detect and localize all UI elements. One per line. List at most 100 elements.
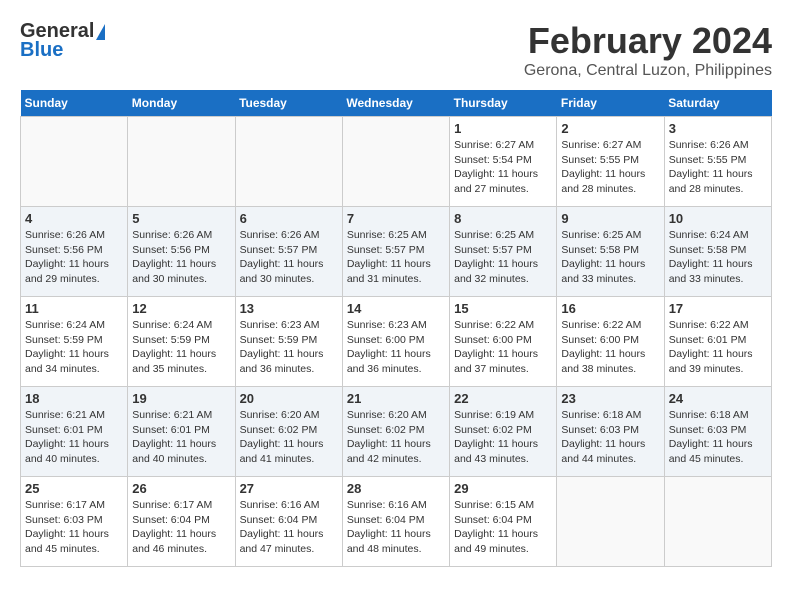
calendar-cell: 24 Sunrise: 6:18 AM Sunset: 6:03 PM Dayli…	[664, 387, 771, 477]
location: Gerona, Central Luzon, Philippines	[524, 62, 772, 80]
day-number: 3	[669, 121, 767, 136]
cell-info: Sunrise: 6:26 AM Sunset: 5:57 PM Dayligh…	[240, 228, 338, 287]
day-number: 2	[561, 121, 659, 136]
calendar-cell	[664, 477, 771, 567]
calendar-cell: 10 Sunrise: 6:24 AM Sunset: 5:58 PM Dayli…	[664, 207, 771, 297]
weekday-header: Wednesday	[342, 90, 449, 117]
day-number: 5	[132, 211, 230, 226]
weekday-header: Thursday	[450, 90, 557, 117]
day-number: 21	[347, 391, 445, 406]
calendar-cell: 28Sunrise: 6:16 AM Sunset: 6:04 PM Dayli…	[342, 477, 449, 567]
calendar-cell: 16Sunrise: 6:22 AM Sunset: 6:00 PM Dayli…	[557, 297, 664, 387]
cell-info: Sunrise: 6:17 AM Sunset: 6:04 PM Dayligh…	[132, 498, 230, 557]
cell-info: Sunrise: 6:23 AM Sunset: 5:59 PM Dayligh…	[240, 318, 338, 377]
calendar-cell	[21, 117, 128, 207]
calendar-cell: 7 Sunrise: 6:25 AM Sunset: 5:57 PM Daylig…	[342, 207, 449, 297]
weekday-header: Monday	[128, 90, 235, 117]
day-number: 7	[347, 211, 445, 226]
calendar-cell: 23 Sunrise: 6:18 AM Sunset: 6:03 PM Dayli…	[557, 387, 664, 477]
calendar-cell: 4 Sunrise: 6:26 AM Sunset: 5:56 PM Daylig…	[21, 207, 128, 297]
cell-info: Sunrise: 6:16 AM Sunset: 6:04 PM Dayligh…	[240, 498, 338, 557]
day-number: 20	[240, 391, 338, 406]
logo: General Blue	[20, 20, 105, 62]
calendar-cell: 3 Sunrise: 6:26 AM Sunset: 5:55 PM Daylig…	[664, 117, 771, 207]
calendar-cell: 6 Sunrise: 6:26 AM Sunset: 5:57 PM Daylig…	[235, 207, 342, 297]
cell-info: Sunrise: 6:20 AM Sunset: 6:02 PM Dayligh…	[347, 408, 445, 467]
day-number: 8	[454, 211, 552, 226]
day-number: 28	[347, 481, 445, 496]
day-number: 26	[132, 481, 230, 496]
calendar-cell: 8 Sunrise: 6:25 AM Sunset: 5:57 PM Daylig…	[450, 207, 557, 297]
cell-info: Sunrise: 6:26 AM Sunset: 5:56 PM Dayligh…	[132, 228, 230, 287]
calendar-cell: 12 Sunrise: 6:24 AM Sunset: 5:59 PM Dayli…	[128, 297, 235, 387]
calendar-cell	[235, 117, 342, 207]
calendar-cell: 21 Sunrise: 6:20 AM Sunset: 6:02 PM Dayli…	[342, 387, 449, 477]
calendar-cell: 26 Sunrise: 6:17 AM Sunset: 6:04 PM Dayli…	[128, 477, 235, 567]
calendar-cell	[342, 117, 449, 207]
calendar-cell: 14Sunrise: 6:23 AM Sunset: 6:00 PM Dayli…	[342, 297, 449, 387]
cell-info: Sunrise: 6:27 AM Sunset: 5:55 PM Dayligh…	[561, 138, 659, 197]
cell-info: Sunrise: 6:19 AM Sunset: 6:02 PM Dayligh…	[454, 408, 552, 467]
calendar-cell: 15 Sunrise: 6:22 AM Sunset: 6:00 PM Dayli…	[450, 297, 557, 387]
calendar-cell: 2 Sunrise: 6:27 AM Sunset: 5:55 PM Daylig…	[557, 117, 664, 207]
weekday-header: Saturday	[664, 90, 771, 117]
day-number: 17	[669, 301, 767, 316]
calendar-cell	[557, 477, 664, 567]
logo-triangle-icon	[96, 24, 105, 40]
calendar-cell: 25Sunrise: 6:17 AM Sunset: 6:03 PM Dayli…	[21, 477, 128, 567]
day-number: 6	[240, 211, 338, 226]
cell-info: Sunrise: 6:24 AM Sunset: 5:59 PM Dayligh…	[25, 318, 123, 377]
day-number: 14	[347, 301, 445, 316]
calendar-cell: 27 Sunrise: 6:16 AM Sunset: 6:04 PM Dayli…	[235, 477, 342, 567]
cell-info: Sunrise: 6:25 AM Sunset: 5:57 PM Dayligh…	[454, 228, 552, 287]
calendar-cell: 1 Sunrise: 6:27 AM Sunset: 5:54 PM Daylig…	[450, 117, 557, 207]
day-number: 29	[454, 481, 552, 496]
calendar-cell: 17 Sunrise: 6:22 AM Sunset: 6:01 PM Dayli…	[664, 297, 771, 387]
header: General Blue February 2024 Gerona, Centr…	[20, 20, 772, 80]
cell-info: Sunrise: 6:21 AM Sunset: 6:01 PM Dayligh…	[132, 408, 230, 467]
day-number: 23	[561, 391, 659, 406]
calendar-cell: 19 Sunrise: 6:21 AM Sunset: 6:01 PM Dayli…	[128, 387, 235, 477]
cell-info: Sunrise: 6:18 AM Sunset: 6:03 PM Dayligh…	[561, 408, 659, 467]
calendar-header: SundayMondayTuesdayWednesdayThursdayFrid…	[21, 90, 772, 117]
day-number: 22	[454, 391, 552, 406]
logo-blue-text: Blue	[20, 39, 63, 62]
weekday-header: Sunday	[21, 90, 128, 117]
cell-info: Sunrise: 6:22 AM Sunset: 6:00 PM Dayligh…	[561, 318, 659, 377]
calendar-table: SundayMondayTuesdayWednesdayThursdayFrid…	[20, 90, 772, 567]
day-number: 12	[132, 301, 230, 316]
day-number: 10	[669, 211, 767, 226]
day-number: 9	[561, 211, 659, 226]
calendar-cell: 29 Sunrise: 6:15 AM Sunset: 6:04 PM Dayli…	[450, 477, 557, 567]
cell-info: Sunrise: 6:25 AM Sunset: 5:57 PM Dayligh…	[347, 228, 445, 287]
day-number: 18	[25, 391, 123, 406]
weekday-header: Tuesday	[235, 90, 342, 117]
day-number: 1	[454, 121, 552, 136]
cell-info: Sunrise: 6:24 AM Sunset: 5:58 PM Dayligh…	[669, 228, 767, 287]
calendar-cell: 20 Sunrise: 6:20 AM Sunset: 6:02 PM Dayli…	[235, 387, 342, 477]
cell-info: Sunrise: 6:15 AM Sunset: 6:04 PM Dayligh…	[454, 498, 552, 557]
calendar-cell: 22 Sunrise: 6:19 AM Sunset: 6:02 PM Dayli…	[450, 387, 557, 477]
cell-info: Sunrise: 6:21 AM Sunset: 6:01 PM Dayligh…	[25, 408, 123, 467]
cell-info: Sunrise: 6:24 AM Sunset: 5:59 PM Dayligh…	[132, 318, 230, 377]
day-number: 11	[25, 301, 123, 316]
day-number: 27	[240, 481, 338, 496]
cell-info: Sunrise: 6:22 AM Sunset: 6:00 PM Dayligh…	[454, 318, 552, 377]
day-number: 4	[25, 211, 123, 226]
cell-info: Sunrise: 6:26 AM Sunset: 5:55 PM Dayligh…	[669, 138, 767, 197]
title-area: February 2024 Gerona, Central Luzon, Phi…	[524, 20, 772, 80]
cell-info: Sunrise: 6:20 AM Sunset: 6:02 PM Dayligh…	[240, 408, 338, 467]
weekday-header: Friday	[557, 90, 664, 117]
day-number: 19	[132, 391, 230, 406]
month-year: February 2024	[524, 20, 772, 62]
cell-info: Sunrise: 6:26 AM Sunset: 5:56 PM Dayligh…	[25, 228, 123, 287]
day-number: 15	[454, 301, 552, 316]
calendar-cell	[128, 117, 235, 207]
cell-info: Sunrise: 6:27 AM Sunset: 5:54 PM Dayligh…	[454, 138, 552, 197]
day-number: 13	[240, 301, 338, 316]
cell-info: Sunrise: 6:25 AM Sunset: 5:58 PM Dayligh…	[561, 228, 659, 287]
cell-info: Sunrise: 6:17 AM Sunset: 6:03 PM Dayligh…	[25, 498, 123, 557]
cell-info: Sunrise: 6:22 AM Sunset: 6:01 PM Dayligh…	[669, 318, 767, 377]
day-number: 24	[669, 391, 767, 406]
cell-info: Sunrise: 6:18 AM Sunset: 6:03 PM Dayligh…	[669, 408, 767, 467]
